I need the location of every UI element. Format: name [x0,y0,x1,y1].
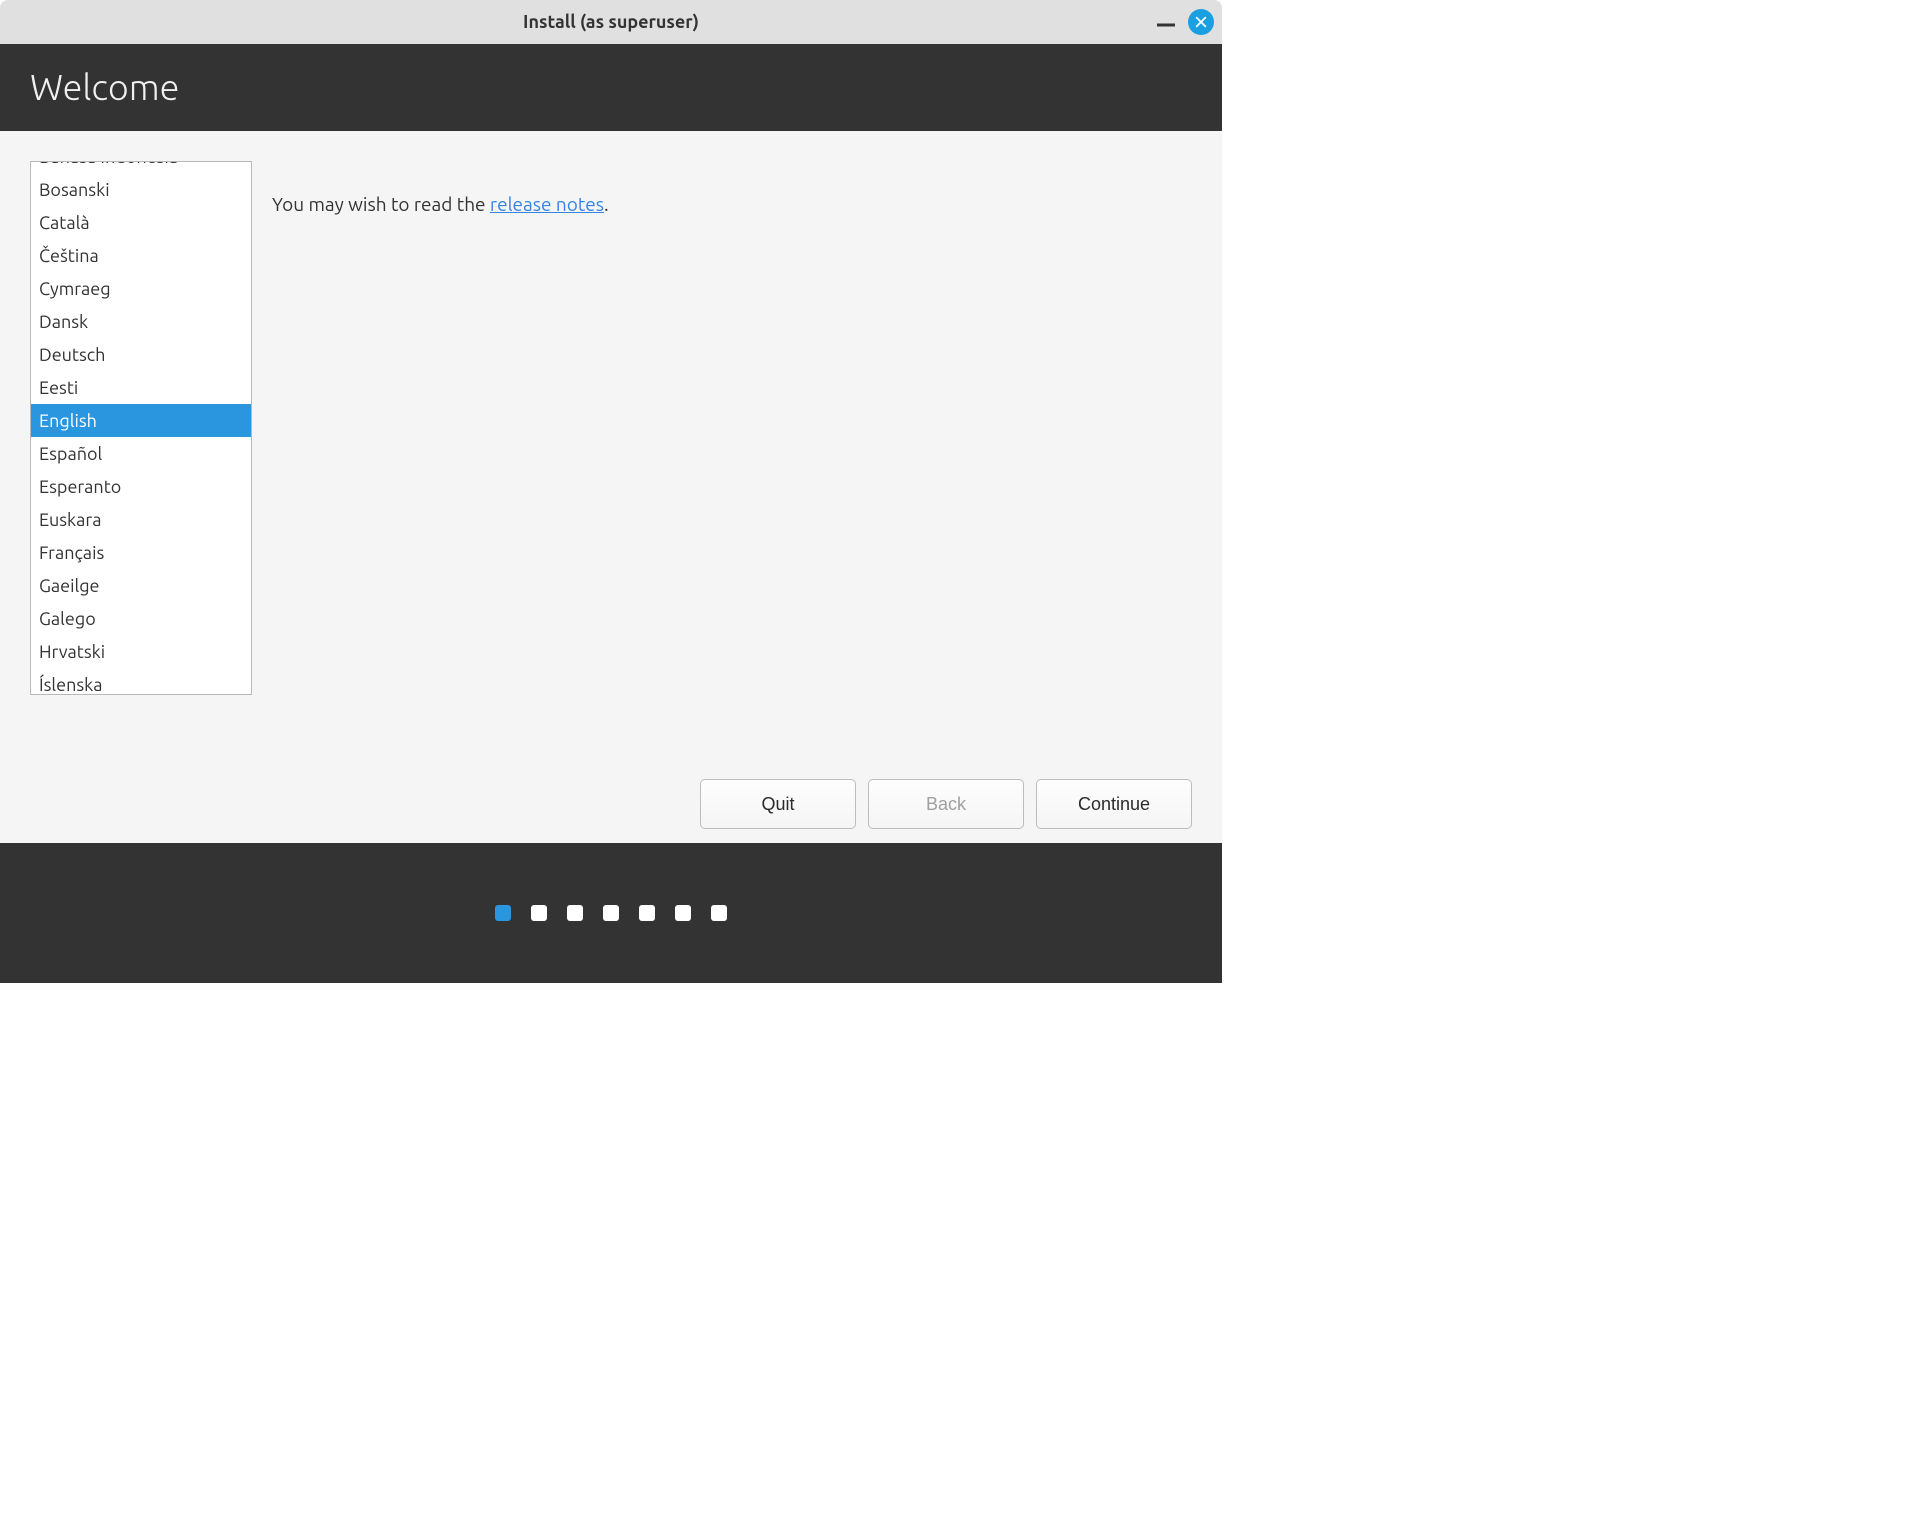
language-option[interactable]: Íslenska [31,668,251,695]
language-option[interactable]: Bahasa Indonesia [31,161,251,173]
progress-dot [495,905,511,921]
language-option[interactable]: Esperanto [31,470,251,503]
progress-dot [567,905,583,921]
release-notes-prefix: You may wish to read the [272,193,490,215]
progress-dots [0,843,1222,983]
quit-button[interactable]: Quit [700,779,856,829]
language-option[interactable]: Galego [31,602,251,635]
progress-dot [639,905,655,921]
language-option[interactable]: Čeština [31,239,251,272]
back-button[interactable]: Back [868,779,1024,829]
language-listbox[interactable]: Bahasa IndonesiaBosanskiCatalàČeštinaCym… [30,161,252,695]
progress-dot [675,905,691,921]
language-option[interactable]: Dansk [31,305,251,338]
language-option[interactable]: Euskara [31,503,251,536]
progress-dot [531,905,547,921]
progress-dot [603,905,619,921]
language-option[interactable]: Deutsch [31,338,251,371]
minimize-button[interactable] [1154,10,1178,34]
language-option[interactable]: Bosanski [31,173,251,206]
close-button[interactable] [1188,9,1214,35]
main-text: You may wish to read the release notes. [272,161,1192,755]
continue-button[interactable]: Continue [1036,779,1192,829]
language-option[interactable]: Cymraeg [31,272,251,305]
release-notes-link[interactable]: release notes [490,193,604,215]
language-option[interactable]: Hrvatski [31,635,251,668]
release-notes-suffix: . [604,193,609,215]
titlebar: Install (as superuser) [0,0,1222,44]
button-bar: Quit Back Continue [0,765,1222,843]
language-option[interactable]: English [31,404,251,437]
language-option[interactable]: Español [31,437,251,470]
language-option[interactable]: Français [31,536,251,569]
language-option[interactable]: Català [31,206,251,239]
progress-dot [711,905,727,921]
page-header: Welcome [0,44,1222,131]
page-title: Welcome [30,66,1192,107]
language-option[interactable]: Gaeilge [31,569,251,602]
window-title: Install (as superuser) [523,12,699,32]
language-option[interactable]: Eesti [31,371,251,404]
